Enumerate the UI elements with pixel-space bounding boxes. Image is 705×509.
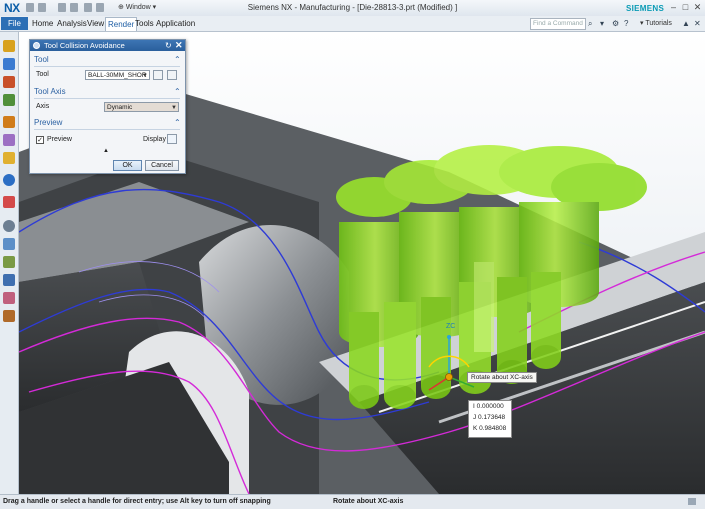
dialog-title: Tool Collision Avoidance [44,41,125,50]
chevron-down-icon: ▼ [171,105,177,111]
process-studio-icon[interactable] [3,256,15,268]
tutorials-button[interactable]: ▾ Tutorials [640,19,672,27]
tool-select[interactable]: BALL-30MM_SHOR ▼ [85,70,150,80]
zc-axis-label: ZC [446,323,455,330]
palette-icon[interactable] [3,196,15,208]
find-command-input[interactable]: Find a Command [530,18,586,30]
vector-i: I 0.000000 [473,403,504,410]
ribbon-minimize-icon[interactable]: ▲ [682,19,690,28]
ribbon-close-icon[interactable]: ✕ [694,19,701,28]
tab-home[interactable]: Home [30,18,55,29]
status-prompt: Drag a handle or select a handle for dir… [3,498,271,505]
group-preview-header[interactable]: Preview [34,118,62,127]
ok-button[interactable]: OK [113,160,142,171]
system-materials-icon[interactable] [3,238,15,250]
feature-navigator-icon[interactable] [3,134,15,146]
chevron-up-icon[interactable]: ⌃ [174,88,181,96]
dialog-close-icon[interactable]: ✕ [175,40,183,51]
tool-label: Tool [36,71,49,78]
axis-label: Axis [36,103,50,110]
dialog-titlebar[interactable]: Tool Collision Avoidance ↻ ✕ [30,40,185,51]
close-button[interactable]: ✕ [692,2,703,13]
funnel-icon[interactable]: ▾ [600,19,604,28]
dialog-gear-icon[interactable] [33,42,40,49]
group-axis-header[interactable]: Tool Axis [34,87,66,96]
status-message: Rotate about XC-axis [333,498,404,505]
tab-tools[interactable]: Tools [133,18,156,29]
cancel-button[interactable]: Cancel [145,160,179,171]
manufacturing-wizard-icon[interactable] [3,310,15,322]
chevron-up-icon[interactable]: ⌃ [174,56,181,64]
vector-j: J 0.173648 [473,414,506,421]
group-tool-header[interactable]: Tool [34,55,49,64]
status-window-icon[interactable] [688,498,696,505]
preview-checkbox[interactable]: ✓ [36,136,44,144]
tab-view[interactable]: View [85,18,106,29]
rotate-tooltip: Rotate about XC-axis [467,372,537,383]
tool-select-value: BALL-30MM_SHOR [88,72,147,79]
display-icon[interactable] [167,134,177,144]
vector-readout[interactable]: I 0.000000 J 0.173648 K 0.984808 [468,400,512,438]
maximize-button[interactable]: □ [680,2,691,13]
web-browser-icon[interactable] [3,174,15,186]
search-icon[interactable]: ⌕ [588,19,592,28]
ribbon-bar: File Home Analysis View Render Tools App… [0,16,705,32]
create-tool-icon[interactable] [167,70,177,80]
app-title: Siemens NX - Manufacturing - [Die-28813-… [247,3,458,12]
constraint-navigator-icon[interactable] [3,76,15,88]
display-label: Display [143,136,166,143]
resource-bar [0,32,19,494]
reuse-library-icon[interactable] [3,152,15,164]
divider [34,98,180,99]
assembly-navigator-icon[interactable] [3,58,15,70]
operation-navigator-icon[interactable] [3,94,15,106]
tutorials-label: Tutorials [645,20,672,27]
collapse-icon[interactable]: ▲ [103,148,109,154]
chevron-down-icon: ▼ [142,73,148,79]
system-scenes-icon[interactable] [3,292,15,304]
history-icon[interactable] [3,220,15,232]
tab-analysis[interactable]: Analysis [55,18,89,29]
divider [34,129,180,130]
tab-application[interactable]: Application [154,18,197,29]
axis-select-value: Dynamic [107,104,133,111]
machine-tool-navigator-icon[interactable] [3,116,15,128]
part-navigator-icon[interactable] [3,40,15,52]
divider [34,66,180,67]
file-tab[interactable]: File [1,17,28,30]
reset-icon[interactable]: ↻ [165,40,172,51]
status-bar: Drag a handle or select a handle for dir… [0,494,705,509]
edit-tool-icon[interactable] [153,70,163,80]
vector-k: K 0.984808 [473,425,507,432]
chevron-up-icon[interactable]: ⌃ [174,119,181,127]
preview-label: Preview [47,136,72,143]
title-bar: NX ⊕ Window ▾ Siemens NX - Manufacturing… [0,0,705,16]
axis-select[interactable]: Dynamic ▼ [104,102,179,112]
minimize-button[interactable]: – [668,2,679,13]
gear-icon[interactable]: ⚙ [612,19,619,28]
siemens-brand: SIEMENS [626,4,665,13]
roles-icon[interactable] [3,274,15,286]
tool-collision-dialog: Tool Collision Avoidance ↻ ✕ Tool ⌃ Tool… [29,39,186,174]
help-icon[interactable]: ? [624,19,628,28]
